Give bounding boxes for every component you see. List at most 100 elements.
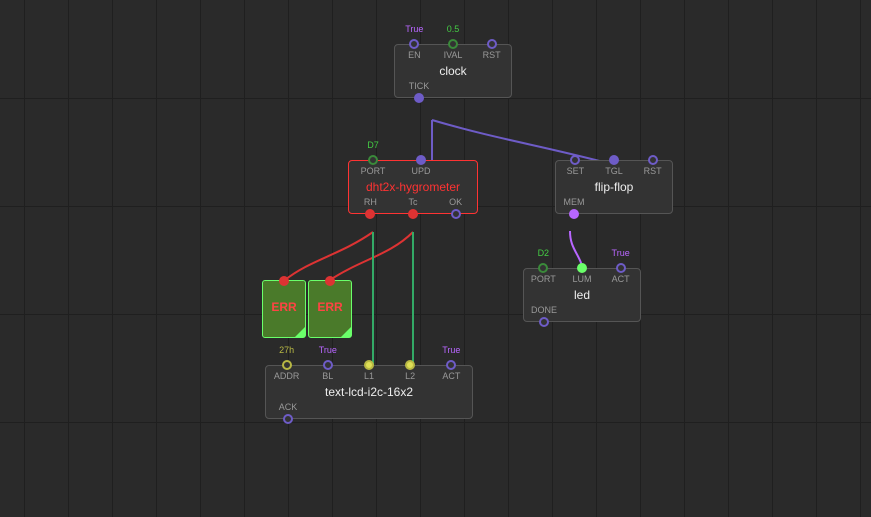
node-led-outputs: DONE: [524, 306, 640, 327]
node-title: text-lcd-i2c-16x2: [266, 381, 472, 403]
pin-dot[interactable]: [325, 276, 335, 286]
pin-label: TICK: [409, 82, 430, 91]
pin-value: 0.5: [447, 25, 460, 34]
node-dht-outputs: RH Tc OK: [349, 198, 477, 219]
pin-label: SET: [567, 167, 585, 176]
pin-dht-ok[interactable]: OK: [442, 198, 470, 219]
pin-dot[interactable]: [577, 263, 587, 273]
node-led-inputs: D2 PORT LUM True ACT: [524, 263, 640, 284]
pin-dht-rh[interactable]: RH: [356, 198, 384, 219]
pin-dot[interactable]: [648, 155, 658, 165]
pin-flipflop-mem[interactable]: MEM: [560, 198, 588, 219]
pin-dot[interactable]: [569, 209, 579, 219]
pin-lcd-ack[interactable]: ACK: [274, 403, 302, 424]
watch-node-err-1[interactable]: ERR: [262, 280, 306, 338]
pin-label: PORT: [361, 167, 386, 176]
pin-value: True: [405, 25, 423, 34]
pin-flipflop-tgl[interactable]: TGL: [600, 155, 628, 176]
node-dht2x-hygrometer[interactable]: D7 PORT UPD dht2x-hygrometer RH Tc OK: [348, 160, 478, 214]
pin-label: RH: [364, 198, 377, 207]
pin-value: True: [612, 249, 630, 258]
pin-label: UPD: [411, 167, 430, 176]
pin-lcd-addr[interactable]: 27h ADDR: [273, 360, 301, 381]
pin-dht-tc[interactable]: Tc: [399, 198, 427, 219]
pin-value: True: [442, 346, 460, 355]
pin-dot[interactable]: [616, 263, 626, 273]
pin-dot[interactable]: [609, 155, 619, 165]
pin-clock-ival[interactable]: 0.5 IVAL: [439, 39, 467, 60]
pin-dot[interactable]: [570, 155, 580, 165]
node-clock-outputs: TICK: [395, 82, 511, 103]
pin-flipflop-rst[interactable]: RST: [639, 155, 667, 176]
pin-value: D2: [538, 249, 550, 258]
pin-value: True: [319, 346, 337, 355]
pin-dot[interactable]: [416, 155, 426, 165]
watch-node-err-2[interactable]: ERR: [308, 280, 352, 338]
pin-dot[interactable]: [368, 155, 378, 165]
pin-label: ADDR: [274, 372, 300, 381]
pin-dot[interactable]: [448, 39, 458, 49]
pin-label: IVAL: [444, 51, 463, 60]
pin-dot[interactable]: [539, 317, 549, 327]
pin-led-act[interactable]: True ACT: [607, 263, 635, 284]
pin-dot[interactable]: [279, 276, 289, 286]
watch-label: ERR: [317, 300, 342, 314]
pin-label: DONE: [531, 306, 557, 315]
node-clock[interactable]: True EN 0.5 IVAL RST clock TICK: [394, 44, 512, 98]
pin-led-lum[interactable]: LUM: [568, 263, 596, 284]
pin-label: EN: [408, 51, 421, 60]
pin-label: ACT: [442, 372, 460, 381]
pin-label: L1: [364, 372, 374, 381]
pin-value: D7: [367, 141, 379, 150]
pin-led-port[interactable]: D2 PORT: [529, 263, 557, 284]
pin-lcd-bl[interactable]: True BL: [314, 360, 342, 381]
pin-dot[interactable]: [323, 360, 333, 370]
pin-label: RST: [644, 167, 662, 176]
pin-dot[interactable]: [405, 360, 415, 370]
pin-label: L2: [405, 372, 415, 381]
pin-dot[interactable]: [408, 209, 418, 219]
pin-value: 27h: [279, 346, 294, 355]
pin-dot[interactable]: [365, 209, 375, 219]
pin-led-done[interactable]: DONE: [530, 306, 558, 327]
node-title: clock: [395, 60, 511, 82]
pin-flipflop-set[interactable]: SET: [561, 155, 589, 176]
node-lcd-inputs: 27h ADDR True BL L1 L2 True ACT: [266, 360, 472, 381]
pin-lcd-act[interactable]: True ACT: [437, 360, 465, 381]
pin-clock-en[interactable]: True EN: [400, 39, 428, 60]
node-clock-inputs: True EN 0.5 IVAL RST: [395, 39, 511, 60]
pin-dot[interactable]: [487, 39, 497, 49]
pin-clock-tick[interactable]: TICK: [405, 82, 433, 103]
pin-dot[interactable]: [538, 263, 548, 273]
node-led[interactable]: D2 PORT LUM True ACT led DONE: [523, 268, 641, 322]
pin-dht-port[interactable]: D7 PORT: [359, 155, 387, 176]
pin-dot[interactable]: [282, 360, 292, 370]
pin-lcd-l1[interactable]: L1: [355, 360, 383, 381]
pin-lcd-l2[interactable]: L2: [396, 360, 424, 381]
node-dht-inputs: D7 PORT UPD: [349, 155, 477, 176]
pin-dot[interactable]: [414, 93, 424, 103]
pin-label: ACK: [279, 403, 298, 412]
pin-label: BL: [322, 372, 333, 381]
patch-canvas[interactable]: True EN 0.5 IVAL RST clock TICK: [0, 0, 871, 517]
pin-label: ACT: [612, 275, 630, 284]
pin-dht-upd[interactable]: UPD: [407, 155, 435, 176]
pin-label: RST: [483, 51, 501, 60]
pin-dot[interactable]: [446, 360, 456, 370]
node-title: led: [524, 284, 640, 306]
node-flipflop-outputs: MEM: [556, 198, 672, 219]
pin-label: Tc: [408, 198, 417, 207]
pin-dot[interactable]: [283, 414, 293, 424]
pin-dot[interactable]: [451, 209, 461, 219]
node-flipflop-inputs: SET TGL RST: [556, 155, 672, 176]
pin-dot[interactable]: [409, 39, 419, 49]
pin-label: PORT: [531, 275, 556, 284]
node-flip-flop[interactable]: SET TGL RST flip-flop MEM: [555, 160, 673, 214]
node-lcd-outputs: ACK: [266, 403, 472, 424]
pin-dot[interactable]: [364, 360, 374, 370]
watch-label: ERR: [271, 300, 296, 314]
pin-label: OK: [449, 198, 462, 207]
node-text-lcd-i2c-16x2[interactable]: 27h ADDR True BL L1 L2 True ACT: [265, 365, 473, 419]
node-title: dht2x-hygrometer: [349, 176, 477, 198]
pin-clock-rst[interactable]: RST: [478, 39, 506, 60]
